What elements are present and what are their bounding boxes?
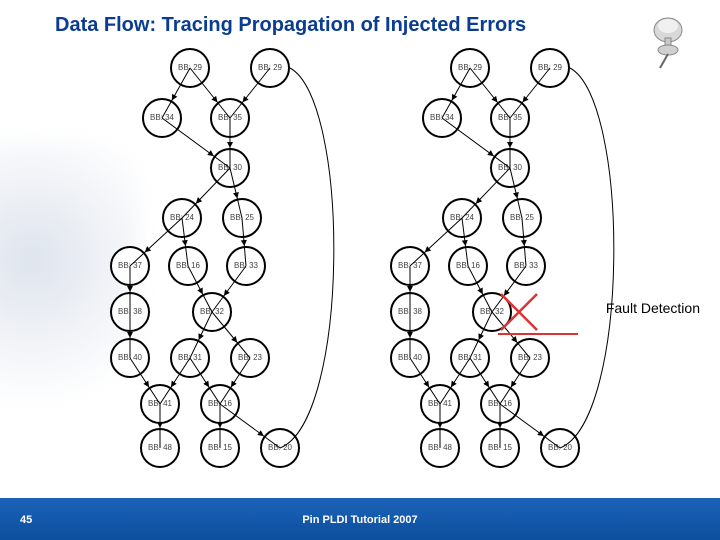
slide-title: Data Flow: Tracing Propagation of Inject…: [55, 14, 526, 37]
fault-x-mark: [497, 290, 541, 334]
pushpin-icon: [640, 10, 700, 70]
fault-detection-label: Fault Detection: [606, 300, 700, 316]
diagram-right: BB: 29BB: 29BB: 34BB: 35BB: 30BB: 24BB: …: [380, 40, 640, 480]
edges-right: [380, 40, 640, 480]
diagram-left: BB: 29BB: 29BB: 34BB: 35BB: 30BB: 24BB: …: [100, 40, 360, 480]
edges-left: [100, 40, 360, 480]
footer-text: Pin PLDI Tutorial 2007: [0, 514, 720, 526]
